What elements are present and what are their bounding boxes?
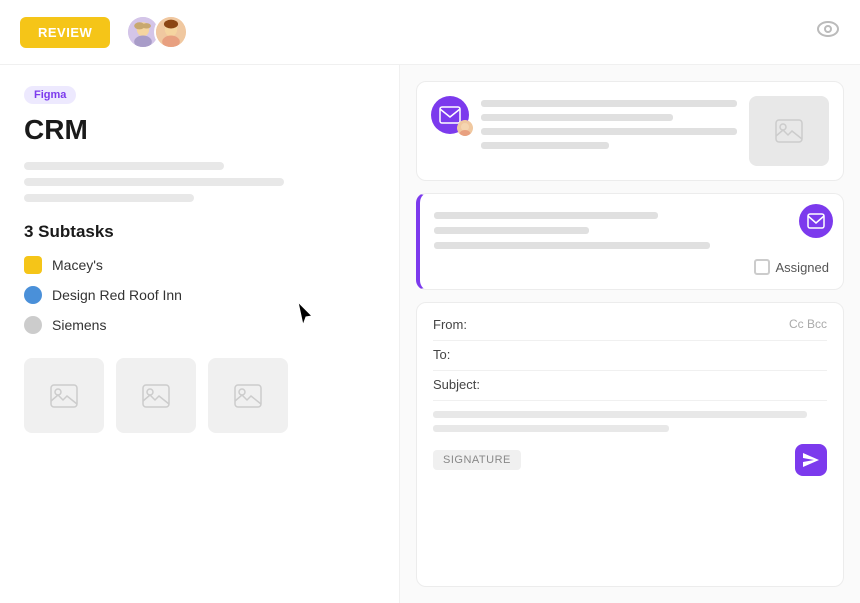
body-ph-1: [433, 411, 807, 418]
email-card-2: Assigned: [416, 193, 844, 290]
thumbnails: [24, 358, 375, 433]
desc-line-2: [24, 178, 284, 186]
to-label: To:: [433, 347, 450, 362]
description-lines: [24, 162, 375, 202]
compose-from-row: From: Cc Bcc: [433, 317, 827, 332]
divider-1: [433, 340, 827, 341]
assigned-checkbox[interactable]: [754, 259, 770, 275]
assigned-label: Assigned: [776, 260, 829, 275]
email-content-1: [481, 96, 737, 156]
avatars: [126, 15, 188, 49]
desc-line-1: [24, 162, 224, 170]
divider-3: [433, 400, 827, 401]
list-item: Siemens: [24, 316, 375, 334]
body-ph-2: [433, 425, 669, 432]
email-card-1-inner: [417, 82, 843, 180]
email-avatar-2: [799, 204, 833, 238]
email-ph-4: [481, 142, 609, 149]
eye-icon[interactable]: [816, 17, 840, 47]
compose-area: From: Cc Bcc To: Subject: SIGNATURE: [416, 302, 844, 587]
email-image-1: [749, 96, 829, 166]
from-label: From:: [433, 317, 467, 332]
header: REVIEW: [0, 0, 860, 65]
thumbnail-2: [116, 358, 196, 433]
main: Figma CRM 3 Subtasks Macey's Design Red …: [0, 65, 860, 603]
avatar-2: [154, 15, 188, 49]
email-ph-5: [434, 212, 658, 219]
review-button[interactable]: REVIEW: [20, 17, 110, 48]
header-left: REVIEW: [20, 15, 188, 49]
email-ph-3: [481, 128, 737, 135]
subtask-label-2: Design Red Roof Inn: [52, 287, 182, 303]
crm-title: CRM: [24, 114, 375, 146]
email-ph-7: [434, 242, 710, 249]
email-avatar-badge-1: [457, 120, 473, 136]
thumbnail-1: [24, 358, 104, 433]
subtask-list: Macey's Design Red Roof Inn Siemens: [24, 256, 375, 334]
compose-to-row: To:: [433, 347, 827, 362]
email-lines-1: [481, 100, 737, 149]
list-item: Macey's: [24, 256, 375, 274]
subtasks-heading: 3 Subtasks: [24, 222, 375, 242]
compose-subject-row: Subject:: [433, 377, 827, 392]
email-avatar-1: [431, 96, 469, 134]
right-panel: Assigned From: Cc Bcc To: Subject:: [400, 65, 860, 603]
cc-bcc-label: Cc Bcc: [789, 317, 827, 332]
email-lines-2: [434, 212, 829, 249]
subtask-icon-blue: [24, 286, 42, 304]
email-ph-2: [481, 114, 673, 121]
email-card-1: [416, 81, 844, 181]
subtask-icon-yellow: [24, 256, 42, 274]
subject-label: Subject:: [433, 377, 480, 392]
thumbnail-3: [208, 358, 288, 433]
assigned-row: Assigned: [434, 259, 829, 275]
signature-badge: SIGNATURE: [433, 450, 521, 470]
email-ph-1: [481, 100, 737, 107]
subtask-icon-gray: [24, 316, 42, 334]
left-panel: Figma CRM 3 Subtasks Macey's Design Red …: [0, 65, 400, 603]
email-ph-6: [434, 227, 589, 234]
figma-tag: Figma: [24, 86, 76, 104]
subtask-label-3: Siemens: [52, 317, 106, 333]
compose-body: [433, 411, 827, 432]
compose-footer: SIGNATURE: [433, 444, 827, 476]
divider-2: [433, 370, 827, 371]
subtask-label-1: Macey's: [52, 257, 103, 273]
avatar-2-image: [156, 17, 186, 47]
desc-line-3: [24, 194, 194, 202]
list-item: Design Red Roof Inn: [24, 286, 375, 304]
send-button[interactable]: [795, 444, 827, 476]
